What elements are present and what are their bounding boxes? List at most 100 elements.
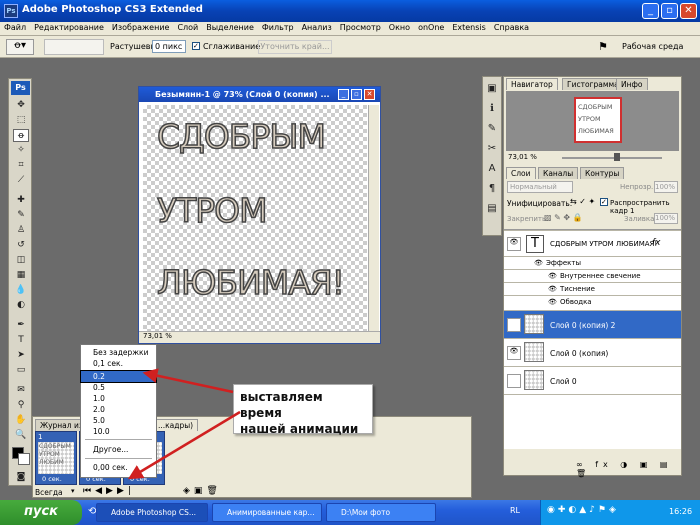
propagate-checkbox[interactable]: ✓ <box>600 198 608 206</box>
navigator-preview[interactable]: СДОБРЫМ УТРОМ ЛЮБИМАЯ <box>506 91 679 151</box>
tray-icons[interactable]: ◉✚◐▲♪⚑◈ <box>547 505 619 515</box>
menu-select[interactable]: Выделение <box>202 22 258 33</box>
doc-close-button[interactable]: ✕ <box>364 89 375 100</box>
paragraph-panel-icon[interactable]: ¶ <box>484 181 500 197</box>
feather-input[interactable]: 0 пикс <box>152 40 186 53</box>
visibility-eye-icon[interactable]: 👁 <box>507 237 521 251</box>
workspace-menu[interactable]: Рабочая среда <box>622 42 683 51</box>
marquee-tool-icon[interactable]: ⬚ <box>13 114 29 127</box>
layer-row-text[interactable]: 👁 T СДОБРЫМ УТРОМ ЛЮБИМАЯ! fx <box>504 230 681 256</box>
loop-dropdown-icon[interactable]: ▾ <box>71 487 75 495</box>
document-zoom[interactable]: 73,01 % <box>143 332 172 340</box>
effect-eye-icon[interactable]: 👁 <box>548 272 557 280</box>
notes-tool-icon[interactable]: ✉ <box>13 384 29 397</box>
effect-row[interactable]: 👁 Внутреннее свечение <box>504 269 681 282</box>
menu-image[interactable]: Изображение <box>108 22 174 33</box>
shape-tool-icon[interactable]: ▭ <box>13 364 29 377</box>
delay-option-no-delay[interactable]: Без задержки <box>81 347 156 358</box>
lasso-tool-preset-picker[interactable]: ꝋ▾ <box>6 39 34 55</box>
effects-row[interactable]: 👁 Эффекты <box>504 256 681 269</box>
stamp-tool-icon[interactable]: ♙ <box>13 224 29 237</box>
pen-tool-icon[interactable]: ✒ <box>13 319 29 332</box>
opacity-input[interactable]: 100% <box>654 181 678 193</box>
frame-delay[interactable]: 0 сек. <box>42 475 62 483</box>
doc-minimize-button[interactable]: _ <box>338 89 349 100</box>
delay-option-other[interactable]: Другое... <box>81 444 156 455</box>
tools-panel-icon[interactable]: ✂ <box>484 141 500 157</box>
eyedropper-icon[interactable]: ⚲ <box>13 399 29 412</box>
menu-edit[interactable]: Редактирование <box>30 22 108 33</box>
zoom-tool-icon[interactable]: 🔍 <box>13 429 29 442</box>
menu-onone[interactable]: onOne <box>414 22 448 33</box>
refine-edge-button[interactable]: Уточнить край... <box>258 40 332 54</box>
antialias-checkbox[interactable]: ✓ <box>192 42 200 50</box>
character-panel-icon[interactable]: A <box>484 161 500 177</box>
navigator-slider-handle[interactable] <box>614 153 620 161</box>
start-button[interactable]: пуск <box>0 500 82 525</box>
navigator-view-box[interactable]: СДОБРЫМ УТРОМ ЛЮБИМАЯ <box>574 97 622 143</box>
gradient-tool-icon[interactable]: ▦ <box>13 269 29 282</box>
hand-tool-icon[interactable]: ✋ <box>13 414 29 427</box>
background-color-swatch[interactable] <box>18 453 30 465</box>
navigator-panel-icon[interactable]: ▣ <box>484 81 500 97</box>
menu-filter[interactable]: Фильтр <box>258 22 298 33</box>
effects-eye-icon[interactable]: 👁 <box>534 259 543 267</box>
tab-histogram[interactable]: Гистограмма <box>562 78 624 90</box>
delay-option-selected[interactable]: 0.2 <box>80 370 157 383</box>
effect-eye-icon[interactable]: 👁 <box>548 298 557 306</box>
lasso-tool-icon[interactable]: ꝋ <box>13 129 29 142</box>
info-panel-icon[interactable]: ℹ <box>484 101 500 117</box>
delay-option[interactable]: 0.5 <box>81 382 156 393</box>
slice-tool-icon[interactable]: ⟋ <box>13 174 29 187</box>
playback-controls-icons[interactable]: ⏮◀▶▶| <box>83 486 135 496</box>
clone-source-icon[interactable]: ▤ <box>484 201 500 217</box>
visibility-eye-icon[interactable]: 👁 <box>507 346 521 360</box>
tab-navigator[interactable]: Навигатор <box>506 78 558 90</box>
effect-row[interactable]: 👁 Обводка <box>504 295 681 308</box>
brush-tool-icon[interactable]: ✎ <box>13 209 29 222</box>
vertical-scrollbar[interactable] <box>368 105 379 331</box>
delay-option[interactable]: 0,1 сек. <box>81 358 156 369</box>
maximize-button[interactable]: ▫ <box>661 3 678 19</box>
close-button[interactable]: ✕ <box>680 3 697 19</box>
doc-maximize-button[interactable]: ▫ <box>351 89 362 100</box>
navigator-zoom[interactable]: 73,01 % <box>508 153 537 161</box>
dodge-tool-icon[interactable]: ◐ <box>13 299 29 312</box>
menu-view[interactable]: Просмотр <box>336 22 385 33</box>
blend-mode-select[interactable]: Нормальный <box>507 181 573 193</box>
fill-input[interactable]: 100% <box>654 213 678 224</box>
taskbar-button-explorer[interactable]: D:\Мои фото <box>326 503 436 522</box>
visibility-box[interactable] <box>507 318 521 332</box>
menu-analysis[interactable]: Анализ <box>298 22 336 33</box>
animation-frame-1[interactable]: 1 СДОБРЫМ УТРОМ ЛЮБИМ 0 сек. <box>35 431 77 485</box>
lock-icons[interactable]: ▨ ✎ ✥ 🔒 <box>544 213 583 222</box>
image-canvas[interactable]: СДОБРЫМ УТРОМ ЛЮБИМАЯ! <box>143 105 367 331</box>
unify-icons[interactable]: ⇆ ✓ ✦ <box>570 197 595 206</box>
blur-tool-icon[interactable]: 💧 <box>13 284 29 297</box>
visibility-box[interactable] <box>507 374 521 388</box>
menu-help[interactable]: Справка <box>490 22 533 33</box>
navigator-zoom-slider[interactable] <box>562 157 662 159</box>
menu-extensis[interactable]: Extensis <box>448 22 489 33</box>
eraser-tool-icon[interactable]: ◫ <box>13 254 29 267</box>
crop-tool-icon[interactable]: ⌗ <box>13 159 29 172</box>
path-selection-icon[interactable]: ➤ <box>13 349 29 362</box>
menu-window[interactable]: Окно <box>385 22 414 33</box>
language-indicator[interactable]: RL <box>510 506 520 515</box>
type-tool-icon[interactable]: T <box>13 334 29 347</box>
layers-footer-icons[interactable]: ∞ fx ◑ ▣ ▤ 🗑 <box>504 457 681 478</box>
tab-info[interactable]: Инфо <box>616 78 648 90</box>
delay-option[interactable]: 5.0 <box>81 415 156 426</box>
delay-option[interactable]: 2.0 <box>81 404 156 415</box>
history-brush-icon[interactable]: ↺ <box>13 239 29 252</box>
frame-tools-icons[interactable]: ◈▣🗑 <box>183 486 222 496</box>
healing-brush-icon[interactable]: ✚ <box>13 194 29 207</box>
selection-mode-buttons[interactable] <box>44 39 104 55</box>
layer-row[interactable]: Слой 0 <box>504 366 681 394</box>
menu-file[interactable]: Файл <box>0 22 30 33</box>
delay-option[interactable]: 1.0 <box>81 393 156 404</box>
tab-animation[interactable]: ...кадры) <box>153 419 199 431</box>
quick-mask-icon[interactable]: ◙ <box>13 471 29 484</box>
delay-option[interactable]: 10.0 <box>81 426 156 437</box>
tab-paths[interactable]: Контуры <box>580 167 625 179</box>
